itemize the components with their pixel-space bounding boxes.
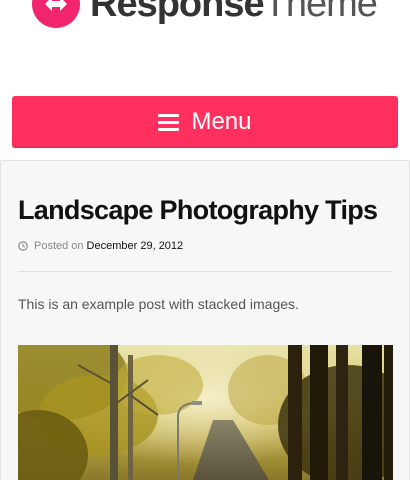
post-date-link[interactable]: December 29, 2012 bbox=[87, 240, 184, 252]
hamburger-icon bbox=[158, 113, 180, 131]
site-title: ResponseTheme bbox=[90, 0, 378, 28]
page: ResponseTheme Menu Landscape Photography… bbox=[0, 0, 410, 480]
divider bbox=[18, 271, 392, 272]
double-arrow-icon bbox=[32, 0, 80, 28]
post-title[interactable]: Landscape Photography Tips bbox=[18, 195, 378, 226]
site-logo[interactable]: ResponseTheme bbox=[32, 0, 378, 32]
post-excerpt: This is an example post with stacked ima… bbox=[18, 296, 299, 312]
post-image[interactable] bbox=[18, 345, 393, 480]
forest-road-photo bbox=[18, 345, 393, 480]
menu-label: Menu bbox=[191, 108, 252, 135]
menu-button[interactable]: Menu bbox=[12, 96, 398, 148]
clock-icon bbox=[18, 241, 28, 251]
post-container: Landscape Photography Tips Posted on Dec… bbox=[0, 160, 410, 480]
post-meta: Posted on December 29, 2012 bbox=[18, 240, 183, 252]
posted-on-label: Posted on bbox=[34, 240, 84, 252]
site-title-strong: Response bbox=[90, 0, 265, 25]
site-title-light: Theme bbox=[263, 0, 378, 25]
